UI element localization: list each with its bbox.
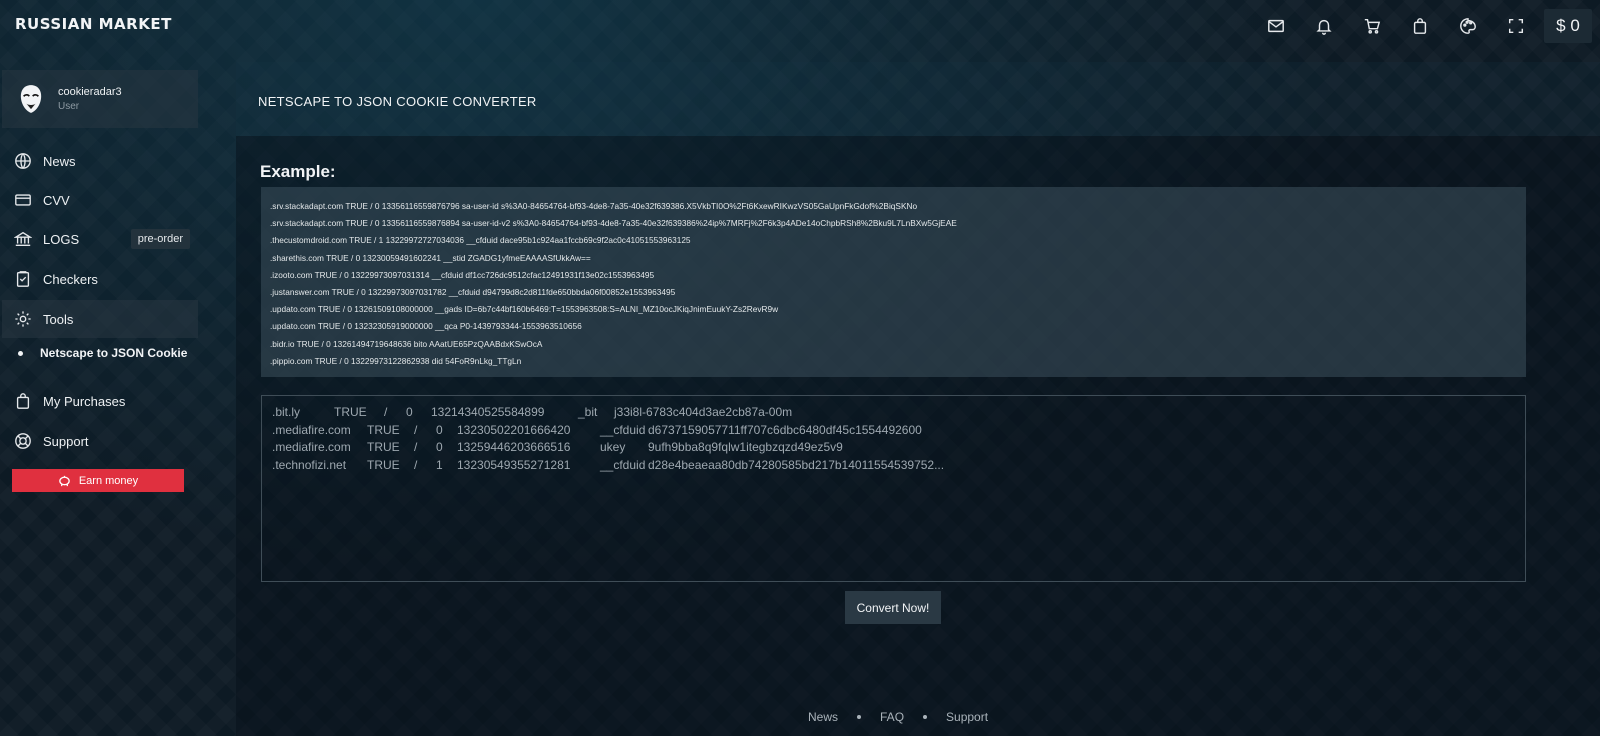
- example-line: .updato.com TRUE / 0 13232305919000000 _…: [270, 321, 582, 332]
- example-line: .izooto.com TRUE / 0 13229973097031314 _…: [270, 269, 655, 280]
- sidebar-item-support[interactable]: Support: [2, 422, 198, 460]
- cookie-path: /: [414, 422, 418, 437]
- cookie-name: ukey: [600, 440, 626, 454]
- mail-icon[interactable]: [1252, 8, 1300, 44]
- mask-icon: [20, 85, 42, 113]
- card-icon: [13, 190, 33, 210]
- cookie-domain: .mediafire.com: [272, 440, 351, 454]
- sidebar-item-logs[interactable]: LOGS pre-order: [2, 220, 198, 258]
- sidebar-item-label: Tools: [43, 311, 74, 327]
- example-heading: Example:: [260, 162, 336, 181]
- bullet-icon: [18, 350, 23, 356]
- user-name: cookieradar3: [58, 86, 122, 98]
- page-title: NETSCAPE TO JSON COOKIE CONVERTER: [258, 94, 537, 109]
- input-line: .bit.ly TRUE / 0 13214340525584899 _bit …: [272, 404, 1515, 422]
- cookie-name: __cfduid: [600, 422, 646, 437]
- preorder-badge: pre-order: [130, 229, 190, 249]
- sidebar-item-label: CVV: [43, 192, 70, 208]
- cookie-secure: 0: [436, 440, 443, 454]
- header-actions: $ 0: [1252, 8, 1592, 44]
- cart-icon[interactable]: [1348, 8, 1396, 44]
- bag-icon[interactable]: [1396, 8, 1444, 44]
- sidebar: cookieradar3 User News CVV LOGS pre-orde…: [0, 70, 200, 736]
- example-line: .srv.stackadapt.com TRUE / 0 13356116559…: [270, 218, 957, 229]
- site-logo[interactable]: RUSSIAN MARKET: [15, 15, 172, 33]
- footer: News FAQ Support: [808, 710, 988, 724]
- cookie-value: j33i8l-6783c404d3ae2cb87a-00m: [614, 405, 793, 419]
- footer-separator: [923, 715, 928, 719]
- bell-icon[interactable]: [1300, 8, 1348, 44]
- cookie-value: 9ufh9bba8q9fqlw1itegbzqzd49ez5v9: [648, 440, 843, 454]
- fullscreen-icon[interactable]: [1492, 8, 1540, 44]
- avatar: [18, 83, 44, 115]
- footer-separator: [857, 715, 862, 719]
- cookie-expiry: 13214340525584899: [431, 405, 545, 419]
- cookie-flag: TRUE: [367, 422, 400, 437]
- cookie-flag: TRUE: [367, 457, 400, 472]
- bank-icon: [13, 229, 33, 249]
- cookie-name: __cfduid: [600, 457, 646, 472]
- example-box: .srv.stackadapt.com TRUE / 0 13356116559…: [261, 187, 1526, 377]
- cookie-path: /: [384, 405, 388, 419]
- checklist-icon: [13, 269, 33, 289]
- cookie-secure: 0: [436, 422, 443, 437]
- cookie-input[interactable]: .bit.ly TRUE / 0 13214340525584899 _bit …: [261, 395, 1526, 582]
- globe-icon: [13, 151, 33, 171]
- cookie-expiry: 13230549355271281: [457, 457, 571, 472]
- cookie-secure: 1: [436, 457, 443, 472]
- earn-money-label: Earn money: [78, 474, 139, 487]
- sidebar-item-label: Support: [43, 433, 89, 449]
- sidebar-item-label: Checkers: [43, 271, 98, 287]
- sidebar-item-news[interactable]: News: [2, 142, 198, 180]
- cookie-domain: .bit.ly: [272, 405, 301, 419]
- example-line: .srv.stackadapt.com TRUE / 0 13356116559…: [270, 201, 918, 211]
- sidebar-subitem-netscape-to-json[interactable]: Netscape to JSON Cookie: [18, 346, 187, 360]
- lifebuoy-icon: [13, 431, 33, 451]
- balance-display[interactable]: $ 0: [1544, 9, 1592, 43]
- sidebar-item-label: News: [43, 153, 76, 169]
- input-line: .mediafire.com TRUE / 0 1325944620366651…: [272, 439, 1515, 457]
- cookie-secure: 0: [406, 405, 413, 419]
- user-card[interactable]: cookieradar3 User: [2, 70, 198, 128]
- convert-now-button[interactable]: Convert Now!: [845, 591, 941, 624]
- gear-icon: [13, 309, 33, 329]
- example-line: .pippio.com TRUE / 0 13229973122862938 d…: [270, 355, 522, 366]
- sidebar-item-tools[interactable]: Tools: [2, 300, 198, 338]
- sidebar-item-checkers[interactable]: Checkers: [2, 260, 198, 298]
- sidebar-item-label: My Purchases: [43, 393, 126, 409]
- sidebar-item-my-purchases[interactable]: My Purchases: [2, 382, 198, 420]
- footer-link-faq[interactable]: FAQ: [880, 710, 904, 724]
- cookie-value: d28e4beaeaa80db74280585bd217b14011554539…: [648, 457, 945, 472]
- example-line: .thecustomdroid.com TRUE / 1 13229972727…: [270, 235, 691, 246]
- sidebar-item-cvv[interactable]: CVV: [2, 181, 198, 219]
- palette-icon[interactable]: [1444, 8, 1492, 44]
- input-line: .technofizi.net TRUE / 1 132305493552712…: [272, 457, 1515, 475]
- cookie-flag: TRUE: [334, 405, 367, 419]
- example-line: .sharethis.com TRUE / 0 1323005949160224…: [270, 252, 591, 263]
- example-line: .justanswer.com TRUE / 0 132299730970317…: [270, 286, 676, 297]
- earn-money-button[interactable]: Earn money: [12, 469, 184, 492]
- cookie-path: /: [414, 457, 418, 472]
- cookie-expiry: 13230502201666420: [457, 422, 571, 437]
- top-bar: RUSSIAN MARKET $ 0: [0, 0, 1600, 52]
- cookie-domain: .technofizi.net: [272, 457, 347, 472]
- sidebar-item-label: LOGS: [43, 231, 80, 247]
- footer-link-support[interactable]: Support: [946, 710, 988, 724]
- cookie-flag: TRUE: [367, 440, 400, 454]
- cookie-domain: .mediafire.com: [272, 422, 351, 437]
- bag-icon: [13, 391, 33, 411]
- user-role: User: [58, 101, 80, 112]
- cookie-value: d6737159057711ff707c6dbc6480df45c1554492…: [648, 422, 922, 437]
- sidebar-subitem-label: Netscape to JSON Cookie: [40, 346, 188, 360]
- cookie-path: /: [414, 440, 418, 454]
- input-line: .mediafire.com TRUE / 0 1323050220166642…: [272, 422, 1515, 440]
- piggy-bank-icon: [59, 475, 70, 487]
- cookie-name: _bit: [578, 405, 598, 419]
- example-line: .updato.com TRUE / 0 13261509108000000 _…: [270, 304, 779, 315]
- cookie-expiry: 13259446203666516: [457, 440, 571, 454]
- footer-link-news[interactable]: News: [808, 710, 838, 724]
- example-line: .bidr.io TRUE / 0 13261494719648636 bito…: [270, 338, 543, 349]
